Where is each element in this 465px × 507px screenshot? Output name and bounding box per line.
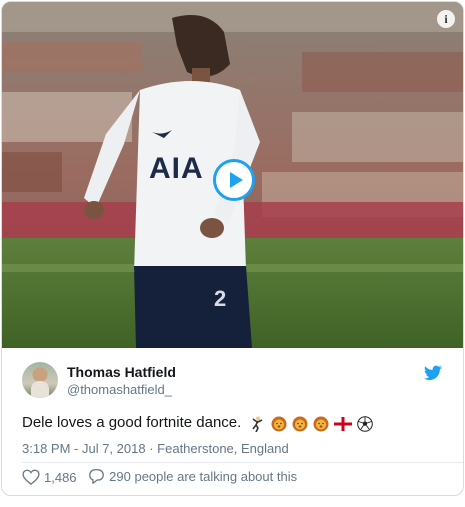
tweet-author[interactable]: Thomas Hatfield @thomashatfield_ <box>22 362 442 402</box>
meta-separator: · <box>149 441 154 456</box>
lion-face-icon <box>313 416 329 432</box>
tweet-timestamp[interactable]: 3:18 PM - Jul 7, 2018 <box>22 441 146 456</box>
lion-face-icon <box>292 416 308 432</box>
conversation-link[interactable]: 290 people are talking about this <box>88 468 297 485</box>
lion-face-icon <box>271 416 287 432</box>
like-count: 1,486 <box>44 469 77 485</box>
speech-bubble-icon <box>89 469 105 484</box>
dancing-man-icon <box>252 416 263 432</box>
svg-text:2: 2 <box>214 286 226 311</box>
avatar[interactable] <box>22 362 58 398</box>
author-name[interactable]: Thomas Hatfield <box>67 364 176 380</box>
tweet-emojis <box>249 415 374 432</box>
heart-icon <box>22 469 40 485</box>
tweet-location[interactable]: Featherstone, England <box>157 441 289 456</box>
tweet-meta: 3:18 PM - Jul 7, 2018 · Featherstone, En… <box>22 441 289 456</box>
info-icon[interactable]: i <box>437 10 455 28</box>
play-icon <box>230 172 243 188</box>
tweet-actions: 1,486 290 people are talking about this <box>22 468 305 488</box>
tweet-text-content: Dele loves a good fortnite dance. <box>22 414 242 431</box>
talking-count: 290 people are talking about this <box>109 469 298 484</box>
like-button[interactable]: 1,486 <box>22 469 77 485</box>
soccer-ball-icon <box>357 415 374 432</box>
england-flag-icon <box>333 416 353 431</box>
twitter-bird-icon[interactable] <box>424 365 442 381</box>
jersey-sponsor-text: AIA <box>149 152 204 185</box>
tweet-text: Dele loves a good fortnite dance. <box>22 414 374 432</box>
play-button[interactable] <box>213 159 255 201</box>
author-handle[interactable]: @thomashatfield_ <box>67 382 172 397</box>
divider <box>22 462 463 463</box>
video-media[interactable]: 2 AIA i <box>2 2 463 348</box>
tweet-embed-card: 2 AIA i Thomas Hatfield @thomashatfield_… <box>1 1 464 496</box>
